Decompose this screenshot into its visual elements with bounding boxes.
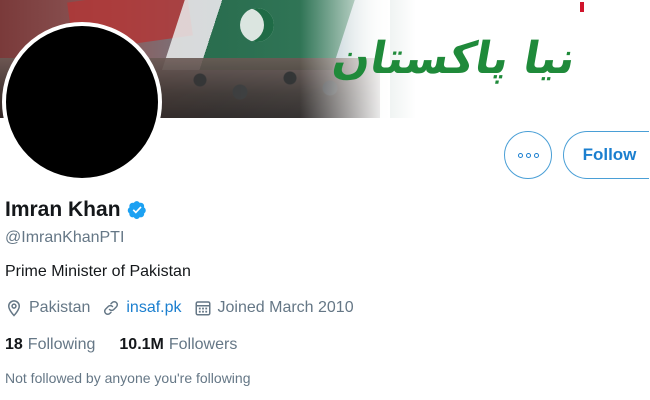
more-options-button[interactable] <box>504 131 552 179</box>
website-item: insaf.pk <box>102 299 182 317</box>
joined-item: Joined March 2010 <box>194 299 354 317</box>
more-icon <box>525 152 531 158</box>
more-icon <box>533 152 539 158</box>
location-text: Pakistan <box>29 299 91 316</box>
verified-icon <box>127 201 146 219</box>
banner-flag-crescent <box>240 8 274 42</box>
joined-text: Joined March 2010 <box>217 299 354 316</box>
handle: @ImranKhanPTI <box>5 229 125 246</box>
website-link[interactable]: insaf.pk <box>126 299 181 317</box>
followers-count: 10.1M <box>119 336 164 353</box>
followers-stat[interactable]: 10.1M Followers <box>119 336 237 354</box>
display-name-row: Imran Khan <box>5 196 147 224</box>
following-label: Following <box>27 336 96 353</box>
follow-button[interactable]: Follow <box>563 131 649 179</box>
banner-urdu-text: نیا پاکستان <box>328 33 580 84</box>
following-count: 18 <box>5 336 23 353</box>
bio: Prime Minister of Pakistan <box>5 263 191 280</box>
location-item: Pakistan <box>5 299 90 317</box>
display-name: Imran Khan <box>5 198 121 221</box>
profile-header: نیا پاکستان Follow Imran Khan @ImranKhan… <box>0 0 650 400</box>
following-stat[interactable]: 18 Following <box>5 336 95 354</box>
social-context: Not followed by anyone you're following <box>5 370 251 386</box>
location-icon <box>7 300 21 317</box>
followers-label: Followers <box>168 336 238 353</box>
profile-meta: Pakistan insaf.pk Joined March 2010 <box>5 296 366 320</box>
link-icon <box>104 300 119 316</box>
banner-red-mark <box>580 2 584 12</box>
follow-stats: 18 Following 10.1M Followers <box>5 334 261 356</box>
more-icon <box>517 152 523 158</box>
calendar-icon <box>195 301 211 316</box>
avatar[interactable] <box>2 22 162 182</box>
